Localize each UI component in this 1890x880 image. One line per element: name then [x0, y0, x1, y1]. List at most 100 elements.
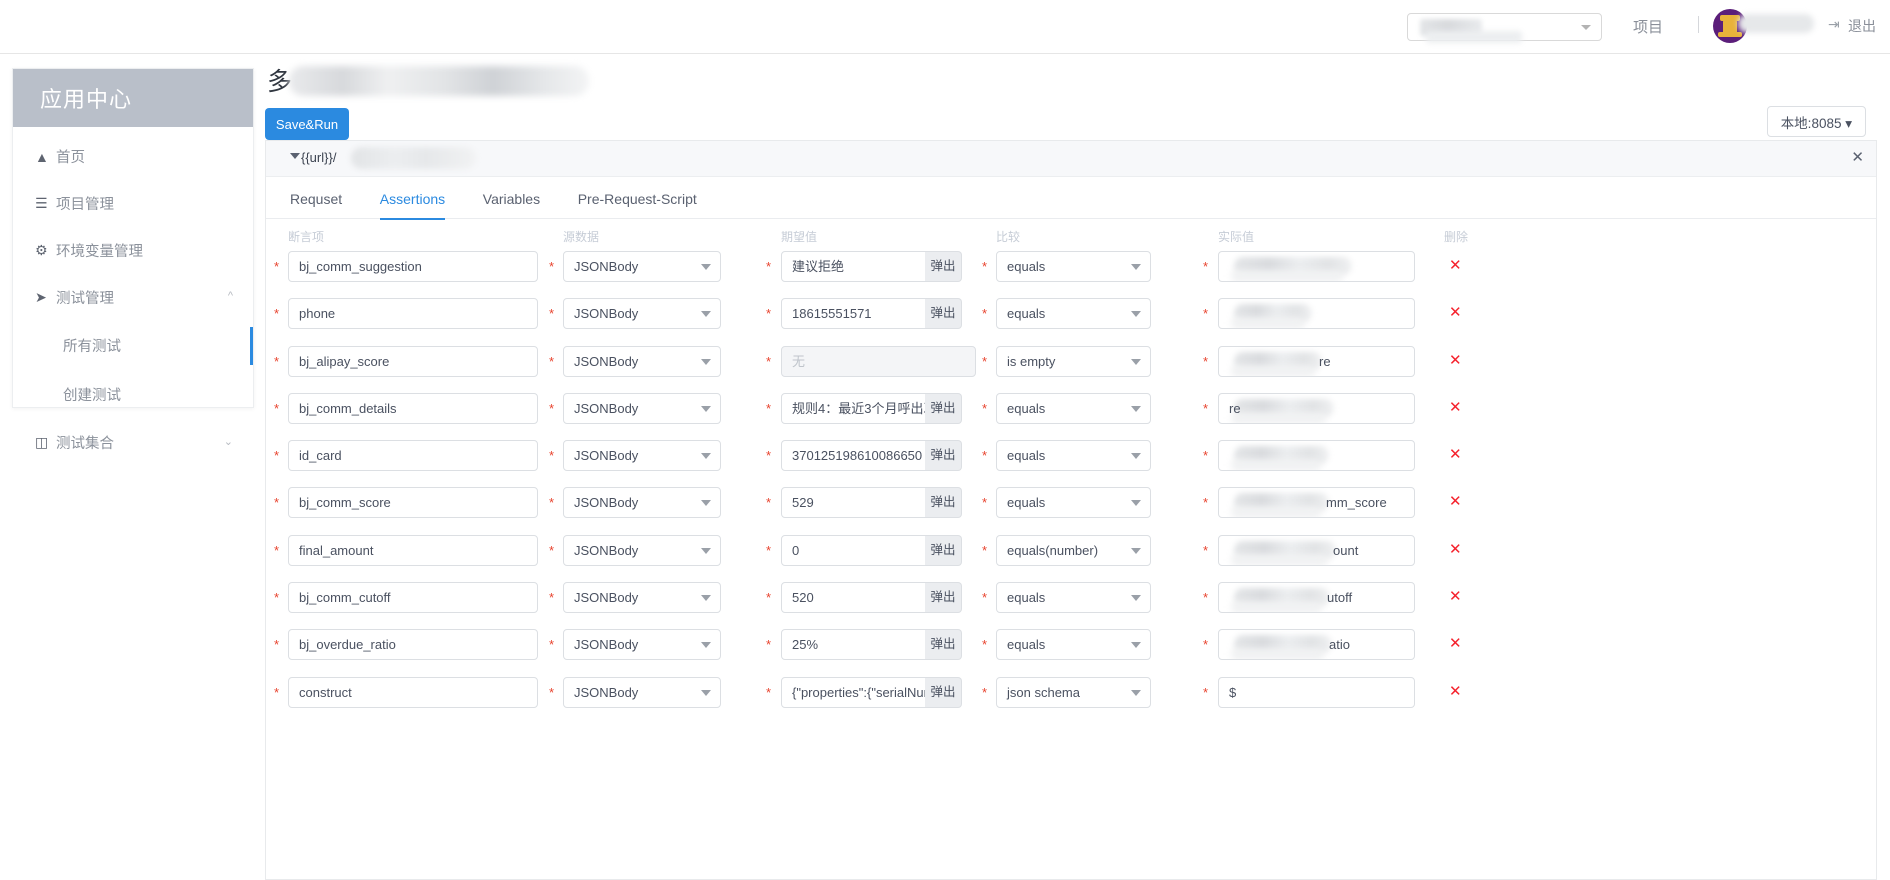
source-select[interactable]: JSONBody — [563, 392, 721, 424]
tab-requset[interactable]: Requset — [290, 177, 342, 219]
actual-value-input[interactable] — [1218, 440, 1415, 472]
actual-value-input[interactable]: re — [1218, 345, 1415, 377]
assertion-key-input[interactable]: phone — [288, 298, 538, 330]
actual-value-input[interactable]: atio — [1218, 629, 1415, 661]
delete-row-button[interactable]: ✕ — [1449, 305, 1462, 320]
delete-row-button[interactable]: ✕ — [1449, 353, 1462, 368]
comparison-select[interactable]: is empty — [996, 345, 1151, 377]
expected-value-input[interactable]: 规则4：最近3个月呼出次数小于 — [781, 392, 926, 424]
popup-editor-button[interactable]: 弹出 — [925, 534, 962, 566]
clipboard-icon: ☰ — [35, 195, 48, 211]
actual-value-text: re — [1229, 400, 1241, 416]
comparison-select[interactable]: json schema — [996, 676, 1151, 708]
actual-value-input[interactable]: ount — [1218, 534, 1415, 566]
logout-label[interactable]: 退出 — [1848, 16, 1876, 36]
tab-assertions[interactable]: Assertions — [379, 177, 446, 220]
popup-editor-button[interactable]: 弹出 — [925, 392, 962, 424]
delete-row-button[interactable]: ✕ — [1449, 258, 1462, 273]
sidebar-item-test-management[interactable]: ➤ 测试管理 ^ — [13, 274, 253, 321]
assertion-key-input[interactable]: construct — [288, 676, 538, 708]
sidebar-item-env-variables[interactable]: ⚙ 环境变量管理 — [13, 227, 253, 274]
actual-value-input[interactable]: re — [1218, 392, 1415, 424]
source-select[interactable]: JSONBody — [563, 676, 721, 708]
required-marker-source: * — [549, 590, 555, 606]
assertion-key-input[interactable]: final_amount — [288, 534, 538, 566]
comparison-select[interactable]: equals — [996, 487, 1151, 519]
sidebar-item-all-tests[interactable]: 所有测试 — [13, 321, 253, 370]
expected-value-input[interactable]: {"properties":{"serialNumber":{ — [781, 676, 926, 708]
source-select[interactable]: JSONBody — [563, 629, 721, 661]
popup-editor-button[interactable]: 弹出 — [925, 440, 962, 472]
collapse-caret-icon[interactable] — [290, 153, 300, 159]
source-select[interactable]: JSONBody — [563, 487, 721, 519]
expected-value-input[interactable]: 25% — [781, 629, 926, 661]
chevron-down-icon — [1131, 358, 1141, 365]
source-select[interactable]: JSONBody — [563, 251, 721, 282]
logout-icon[interactable]: ⇥ — [1828, 16, 1840, 33]
delete-row-button[interactable]: ✕ — [1449, 636, 1462, 651]
expected-value-input[interactable]: 520 — [781, 582, 926, 614]
tab-variables[interactable]: Variables — [483, 177, 540, 219]
expected-value-input[interactable]: 0 — [781, 534, 926, 566]
sidebar-item-create-test[interactable]: 创建测试 — [13, 370, 253, 419]
sidebar-item-home[interactable]: ▲ 首页 — [13, 133, 253, 180]
popup-editor-button[interactable]: 弹出 — [925, 676, 962, 708]
assertion-key-input[interactable]: bj_overdue_ratio — [288, 629, 538, 661]
delete-row-button[interactable]: ✕ — [1449, 542, 1462, 557]
delete-row-button[interactable]: ✕ — [1449, 494, 1462, 509]
column-header-actual: 实际值 — [1218, 230, 1255, 244]
actual-value-input[interactable]: utoff — [1218, 582, 1415, 614]
top-bar: 项目 ⇥ 退出 — [0, 0, 1890, 54]
project-select[interactable] — [1407, 13, 1602, 43]
popup-editor-button[interactable]: 弹出 — [925, 629, 962, 661]
delete-row-button[interactable]: ✕ — [1449, 589, 1462, 604]
popup-editor-button[interactable]: 弹出 — [925, 251, 962, 282]
actual-value-redacted-2 — [1231, 459, 1321, 471]
assertion-key-input[interactable]: bj_comm_suggestion — [288, 251, 538, 282]
popup-editor-button[interactable]: 弹出 — [925, 487, 962, 519]
required-marker-assertion: * — [274, 306, 280, 322]
delete-row-button[interactable]: ✕ — [1449, 447, 1462, 462]
actual-value-text: re — [1319, 353, 1331, 369]
comparison-select[interactable]: equals — [996, 251, 1151, 282]
table-row: * bj_alipay_score * JSONBody * 无 * is empty * re ✕ — [266, 342, 1876, 389]
comparison-select[interactable]: equals(number) — [996, 534, 1151, 566]
assertion-key-input[interactable]: bj_comm_cutoff — [288, 582, 538, 614]
comparison-select[interactable]: equals — [996, 629, 1151, 661]
close-icon[interactable]: ✕ — [1851, 149, 1864, 167]
assertion-key-input[interactable]: bj_comm_score — [288, 487, 538, 519]
source-select[interactable]: JSONBody — [563, 345, 721, 377]
actual-value-input[interactable] — [1218, 251, 1415, 282]
source-select[interactable]: JSONBody — [563, 582, 721, 614]
delete-row-button[interactable]: ✕ — [1449, 684, 1462, 699]
assertion-key-input[interactable]: bj_comm_details — [288, 392, 538, 424]
delete-row-button[interactable]: ✕ — [1449, 400, 1462, 415]
environment-selector-button[interactable]: 本地:8085 ▾ — [1766, 106, 1866, 137]
comparison-select[interactable]: equals — [996, 298, 1151, 330]
source-select[interactable]: JSONBody — [563, 534, 721, 566]
comparison-select[interactable]: equals — [996, 582, 1151, 614]
chevron-down-icon — [701, 689, 711, 696]
assertion-key-input[interactable]: bj_alipay_score — [288, 345, 538, 377]
source-select[interactable]: JSONBody — [563, 298, 721, 330]
actual-value-input[interactable] — [1218, 298, 1415, 330]
required-marker-source: * — [549, 495, 555, 511]
source-select[interactable]: JSONBody — [563, 440, 721, 472]
comparison-select[interactable]: equals — [996, 440, 1151, 472]
expected-value-input[interactable]: 370125198610086650 — [781, 440, 926, 472]
chevron-down-icon — [701, 311, 711, 318]
popup-editor-button[interactable]: 弹出 — [925, 298, 962, 330]
tab-pre-request-script[interactable]: Pre-Request-Script — [578, 177, 697, 219]
expected-value-input[interactable]: 建议拒绝 — [781, 251, 926, 282]
save-and-run-button[interactable]: Save&Run — [265, 108, 349, 140]
sidebar-item-test-collection[interactable]: ◫ 测试集合 ⌄ — [13, 419, 253, 466]
comparison-select[interactable]: equals — [996, 392, 1151, 424]
popup-editor-button[interactable]: 弹出 — [925, 582, 962, 614]
actual-value-input[interactable]: $ — [1218, 676, 1415, 708]
request-url-label: {{url}}/ — [301, 150, 337, 165]
expected-value-input[interactable]: 18615551571 — [781, 298, 926, 330]
expected-value-input[interactable]: 529 — [781, 487, 926, 519]
sidebar-item-project-management[interactable]: ☰ 项目管理 — [13, 180, 253, 227]
assertion-key-input[interactable]: id_card — [288, 440, 538, 472]
actual-value-input[interactable]: mm_score — [1218, 487, 1415, 519]
